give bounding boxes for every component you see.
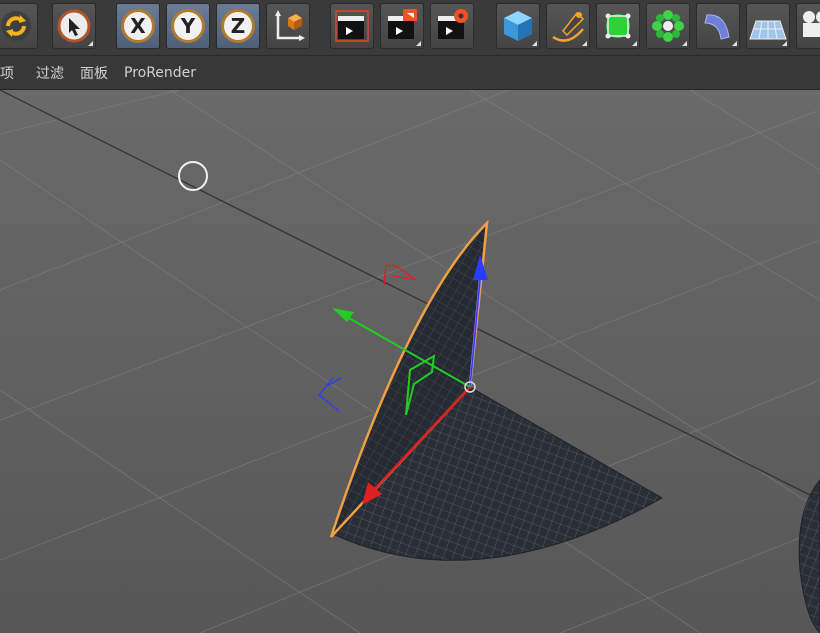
- render-settings-icon: [438, 9, 468, 39]
- viewport-menu-bar: 项 过滤 面板 ProRender: [0, 56, 820, 90]
- camera-button[interactable]: [796, 3, 820, 49]
- render-view-icon: [335, 10, 369, 42]
- cursor-arrow-icon: [57, 9, 91, 43]
- select-tool-button[interactable]: [52, 3, 96, 49]
- lock-x-axis-button[interactable]: X: [116, 3, 160, 49]
- axis-z-label: Z: [221, 9, 255, 43]
- cube-primitive-icon: [504, 11, 532, 41]
- rotate-arrows-icon: [1, 11, 31, 41]
- camera-icon: [803, 11, 820, 37]
- render-view-button[interactable]: [330, 3, 374, 49]
- menu-item-options[interactable]: 项: [0, 63, 22, 83]
- menu-item-panel[interactable]: 面板: [72, 63, 116, 83]
- bend-deformer-button[interactable]: [696, 3, 740, 49]
- main-toolbar: X Y Z: [0, 0, 820, 56]
- lock-z-axis-button[interactable]: Z: [216, 3, 260, 49]
- menu-item-prorender[interactable]: ProRender: [116, 65, 204, 81]
- mograph-cloner-button[interactable]: [646, 3, 690, 49]
- bend-deformer-icon: [704, 14, 730, 40]
- lock-y-axis-button[interactable]: Y: [166, 3, 210, 49]
- cube-primitive-button[interactable]: [496, 3, 540, 49]
- undo-button[interactable]: [0, 3, 38, 49]
- coordinate-system-button[interactable]: [266, 3, 310, 49]
- subdivision-surface-button[interactable]: [596, 3, 640, 49]
- axis-x-label: X: [121, 9, 155, 43]
- viewport-canvas[interactable]: [0, 90, 820, 633]
- subdivision-surface-icon: [605, 13, 631, 39]
- render-to-picture-viewer-button[interactable]: [380, 3, 424, 49]
- axis-y-label: Y: [171, 9, 205, 43]
- render-to-picture-viewer-icon: [388, 9, 417, 39]
- spline-pen-icon: [552, 11, 585, 42]
- render-settings-button[interactable]: [430, 3, 474, 49]
- coordinate-system-icon: [275, 10, 305, 41]
- mograph-cloner-icon: [652, 10, 684, 42]
- floor-object-icon: [749, 20, 787, 40]
- menu-item-filter[interactable]: 过滤: [22, 63, 72, 83]
- 3d-viewport[interactable]: [0, 90, 820, 633]
- floor-object-button[interactable]: [746, 3, 790, 49]
- spline-pen-button[interactable]: [546, 3, 590, 49]
